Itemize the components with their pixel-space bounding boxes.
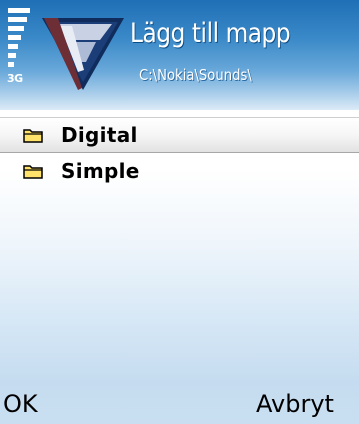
folder-path: C:\Nokia\Sounds\	[139, 66, 252, 84]
screen: 3G Lägg till mapp C:\Nokia\Sounds\ Digit…	[0, 0, 359, 424]
signal-strength-icon	[8, 8, 30, 67]
folder-icon	[23, 129, 43, 143]
title-bar: 3G Lägg till mapp C:\Nokia\Sounds\	[0, 0, 359, 110]
list-item-digital[interactable]: Digital	[0, 117, 359, 153]
cancel-softkey[interactable]: Avbryt	[256, 390, 334, 418]
ok-softkey[interactable]: OK	[3, 390, 38, 418]
list-item-label: Digital	[61, 123, 138, 147]
folder-list: Digital Simple	[0, 117, 359, 189]
network-type-label: 3G	[7, 72, 23, 85]
operator-logo-icon	[42, 18, 124, 90]
list-item-label: Simple	[61, 159, 140, 183]
list-item-simple[interactable]: Simple	[0, 153, 359, 189]
softkey-bar: OK Avbryt	[0, 388, 359, 424]
page-title: Lägg till mapp	[130, 18, 291, 49]
folder-icon	[23, 165, 43, 179]
